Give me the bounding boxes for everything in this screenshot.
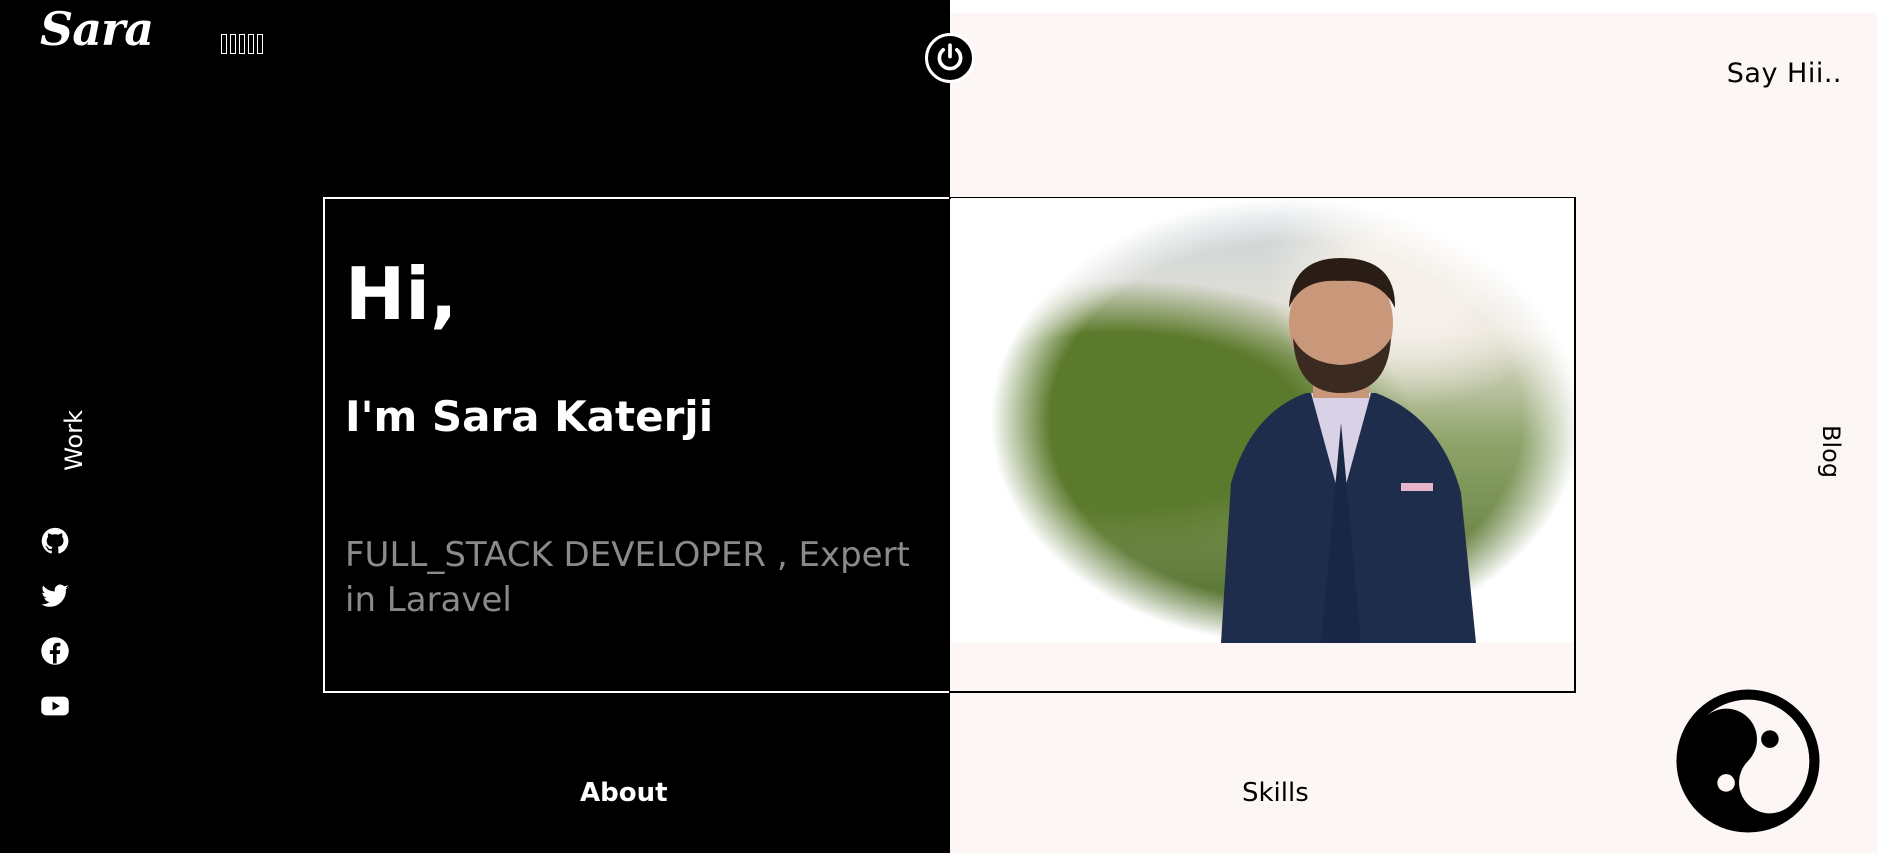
greeting-heading: Hi,	[345, 252, 458, 336]
twitter-icon	[41, 584, 69, 607]
decorative-glyphs	[221, 34, 263, 54]
power-icon	[937, 43, 963, 71]
say-hi-link[interactable]: Say Hii..	[1727, 58, 1842, 89]
twitter-link[interactable]	[38, 579, 72, 613]
about-link[interactable]: About	[580, 778, 668, 808]
github-icon	[41, 527, 69, 554]
role-description: FULL_STACK DEVELOPER , Expert in Laravel	[345, 535, 910, 620]
profile-photo	[951, 198, 1574, 643]
name-heading: I'm Sara Katerji	[345, 392, 714, 441]
github-link[interactable]	[38, 524, 72, 558]
youtube-icon	[41, 696, 69, 716]
yin-yang-icon[interactable]	[1675, 688, 1821, 834]
youtube-link[interactable]	[38, 689, 72, 723]
person-figure	[1221, 258, 1476, 643]
theme-toggle-button[interactable]	[925, 33, 975, 83]
work-link[interactable]: Work	[60, 410, 88, 471]
site-logo[interactable]: Sara	[40, 2, 154, 56]
blog-link[interactable]: Blog	[1817, 425, 1845, 478]
skills-link[interactable]: Skills	[1242, 778, 1309, 808]
top-strip	[950, 0, 1877, 13]
facebook-link[interactable]	[38, 634, 72, 668]
facebook-icon	[41, 637, 69, 665]
